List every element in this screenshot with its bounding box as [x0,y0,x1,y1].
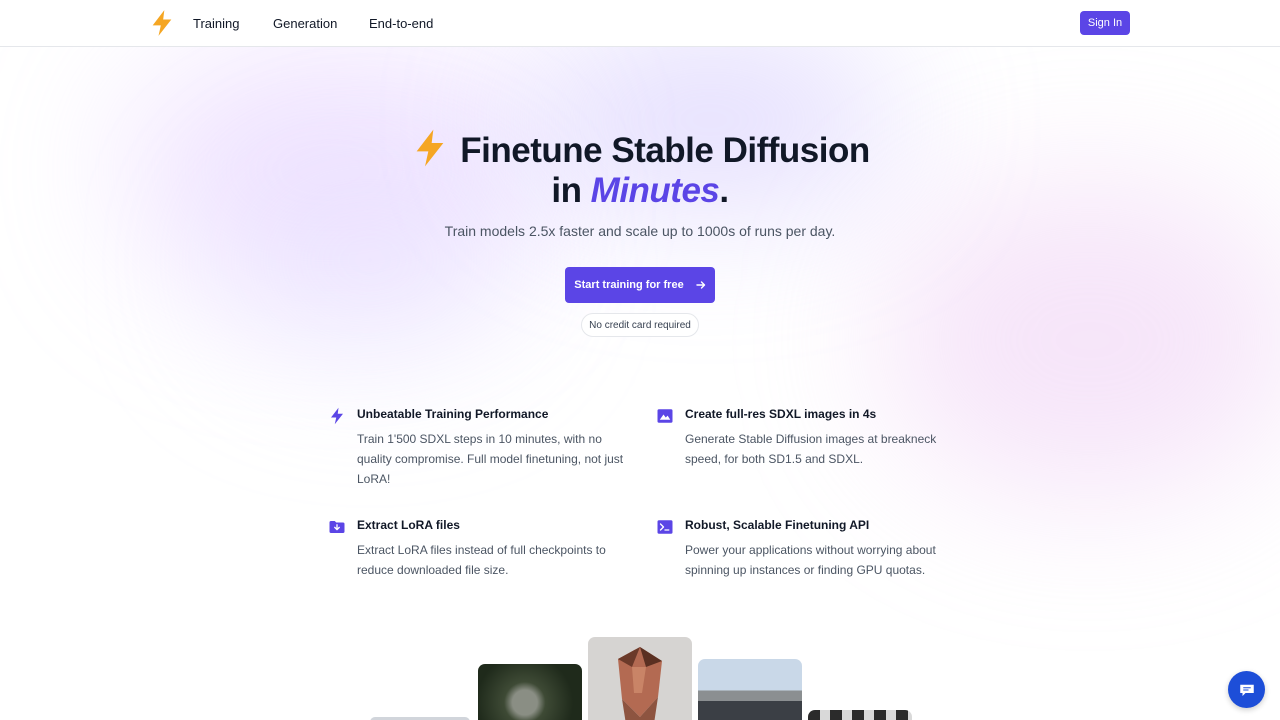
nav-link-generation[interactable]: Generation [273,16,337,31]
lightning-bolt-icon [416,129,444,167]
gallery-image [588,637,692,720]
chat-bubble-icon [1239,684,1254,696]
low-poly-portrait-image [618,647,662,720]
hero-title-in: in [551,171,591,210]
hero-title-accent: Minutes [590,171,720,210]
sign-in-button[interactable]: Sign In [1080,11,1130,35]
feature-description: Train 1'500 SDXL steps in 10 minutes, wi… [357,432,624,486]
nav-link-training[interactable]: Training [193,16,239,31]
feature-description: Generate Stable Diffusion images at brea… [685,432,937,466]
hero-title-line1: Finetune Stable Diffusion [460,131,870,170]
no-credit-card-badge: No credit card required [581,313,699,337]
nav-link-end-to-end[interactable]: End-to-end [369,16,433,31]
feature-title: Robust, Scalable Finetuning API [685,518,870,532]
start-training-label: Start training for free [574,279,684,291]
gallery-image [478,664,582,720]
start-training-button[interactable]: Start training for free [565,267,715,303]
feature-description: Power your applications without worrying… [685,543,936,577]
terminal-icon [657,520,673,534]
gallery-image [808,710,912,720]
image-icon [657,409,673,423]
folder-download-icon [329,521,345,533]
hero-subtitle: Train models 2.5x faster and scale up to… [444,223,836,239]
chat-widget-button[interactable] [1228,671,1265,708]
feature-title: Unbeatable Training Performance [357,407,549,421]
arrow-right-icon [696,281,705,289]
gallery-image [698,659,802,720]
hero-title-period: . [719,171,729,210]
feature-title: Create full-res SDXL images in 4s [685,407,877,421]
top-navbar: Training Generation End-to-end Sign In [0,0,1280,47]
lightning-bolt-icon [331,407,343,425]
feature-title: Extract LoRA files [357,518,460,532]
lightning-bolt-icon[interactable] [148,9,176,37]
hero-title: Finetune Stable Diffusion in Minutes. [0,128,1280,211]
feature-description: Extract LoRA files instead of full check… [357,543,606,577]
